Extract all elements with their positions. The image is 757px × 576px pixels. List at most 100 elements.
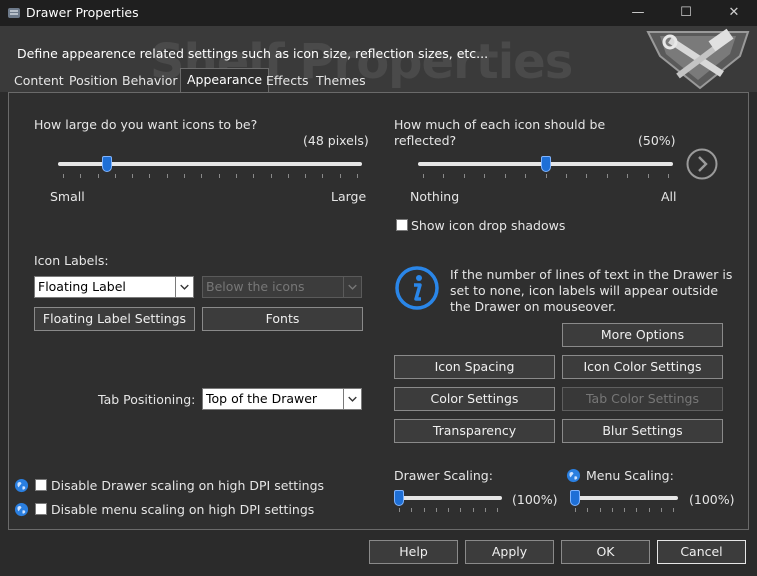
chevron-right-icon[interactable]	[685, 147, 719, 181]
slider-tick	[575, 508, 576, 512]
slider-tick	[586, 174, 587, 178]
show-shadows-checkbox[interactable]	[396, 219, 408, 231]
slider-tick	[525, 174, 526, 178]
slider-tick	[648, 174, 649, 178]
slider-tick	[80, 174, 81, 178]
tab-position[interactable]: Position	[63, 70, 124, 92]
slider-tick	[485, 508, 486, 512]
more-options-button[interactable]: More Options	[562, 323, 723, 347]
slider-tick	[636, 508, 637, 512]
reflection-slider-thumb[interactable]	[541, 156, 551, 172]
icon-color-settings-button[interactable]: Icon Color Settings	[562, 355, 723, 379]
drawer-scaling-slider[interactable]	[394, 490, 502, 514]
slider-tick	[464, 174, 465, 178]
slider-tick	[497, 508, 498, 512]
slider-tick	[305, 174, 306, 178]
icon-size-slider-thumb[interactable]	[102, 156, 112, 172]
chevron-down-icon	[343, 277, 357, 297]
tab-color-settings-button[interactable]: Tab Color Settings	[562, 387, 723, 411]
globe-icon	[566, 468, 581, 483]
reflection-min-label: Nothing	[410, 189, 460, 204]
tab-content[interactable]: Content	[8, 70, 70, 92]
maximize-icon[interactable]: ☐	[663, 0, 709, 26]
slider-tick	[411, 508, 412, 512]
minimize-icon[interactable]: —	[615, 0, 661, 26]
slider-tick	[399, 508, 400, 512]
slider-tick	[167, 174, 168, 178]
transparency-button[interactable]: Transparency	[394, 419, 555, 443]
slider-tick	[340, 174, 341, 178]
slider-tick	[219, 174, 220, 178]
reflection-slider[interactable]	[418, 156, 673, 180]
slider-tick	[661, 508, 662, 512]
slider-tick	[423, 174, 424, 178]
header-description: Define appearence related settings such …	[17, 46, 489, 61]
show-shadows-label: Show icon drop shadows	[411, 218, 566, 233]
menu-scaling-value: (100%)	[689, 492, 735, 507]
globe-icon	[14, 478, 29, 493]
slider-tick	[649, 508, 650, 512]
slider-tick	[424, 508, 425, 512]
disable-menu-dpi-checkbox[interactable]	[35, 503, 47, 515]
window-title: Drawer Properties	[26, 5, 139, 20]
slider-tick	[184, 174, 185, 178]
tab-positioning-select[interactable]: Top of the Drawer	[202, 388, 362, 410]
slider-tick	[236, 174, 237, 178]
globe-icon	[14, 502, 29, 517]
tab-effects[interactable]: Effects	[260, 70, 315, 92]
apply-button[interactable]: Apply	[465, 540, 554, 564]
slider-tick	[448, 508, 449, 512]
help-button[interactable]: Help	[369, 540, 458, 564]
tab-appearance[interactable]: Appearance	[180, 68, 270, 92]
label-position-value: Below the icons	[206, 279, 305, 294]
blur-settings-button[interactable]: Blur Settings	[562, 419, 723, 443]
slider-tick	[546, 174, 547, 178]
slider-tick	[322, 174, 323, 178]
disable-drawer-dpi-checkbox[interactable]	[35, 479, 47, 491]
floating-label-settings-button[interactable]: Floating Label Settings	[34, 307, 195, 331]
tab-positioning-label: Tab Positioning:	[98, 392, 196, 407]
label-position-select[interactable]: Below the icons	[202, 276, 362, 298]
color-settings-button[interactable]: Color Settings	[394, 387, 555, 411]
slider-tick	[600, 508, 601, 512]
slider-tick	[627, 174, 628, 178]
chevron-down-icon	[175, 277, 189, 297]
slider-tick	[357, 174, 358, 178]
slider-tick	[484, 174, 485, 178]
menu-scaling-slider-thumb[interactable]	[570, 490, 580, 506]
tools-logo-icon	[646, 28, 750, 90]
reflection-value: (50%)	[638, 133, 676, 148]
icon-spacing-button[interactable]: Icon Spacing	[394, 355, 555, 379]
slider-tick	[253, 174, 254, 178]
slider-tick	[607, 174, 608, 178]
label-style-select[interactable]: Floating Label	[34, 276, 194, 298]
info-text: If the number of lines of text in the Dr…	[450, 267, 733, 314]
tab-behavior[interactable]: Behavior	[116, 70, 184, 92]
ok-button[interactable]: OK	[561, 540, 650, 564]
slider-tick	[673, 508, 674, 512]
slider-tick	[624, 508, 625, 512]
close-icon[interactable]: ✕	[711, 0, 757, 26]
slider-tick	[473, 508, 474, 512]
slider-tick	[436, 508, 437, 512]
slider-tick	[443, 174, 444, 178]
tab-themes[interactable]: Themes	[310, 70, 372, 92]
icon-size-min-label: Small	[50, 189, 85, 204]
app-icon	[8, 8, 20, 18]
disable-menu-dpi-label: Disable menu scaling on high DPI setting…	[51, 502, 315, 517]
disable-drawer-dpi-label: Disable Drawer scaling on high DPI setti…	[51, 478, 325, 493]
icon-size-slider[interactable]	[58, 156, 362, 180]
fonts-button[interactable]: Fonts	[202, 307, 363, 331]
drawer-scaling-slider-thumb[interactable]	[394, 490, 404, 506]
cancel-button[interactable]: Cancel	[657, 540, 746, 564]
reflection-question-line2: reflected?	[394, 133, 457, 148]
info-icon	[395, 266, 439, 310]
label-style-value: Floating Label	[38, 279, 126, 294]
menu-scaling-slider[interactable]	[570, 490, 678, 514]
slider-tick	[271, 174, 272, 178]
drawer-scaling-value: (100%)	[512, 492, 558, 507]
reflection-max-label: All	[661, 189, 677, 204]
slider-tick	[587, 508, 588, 512]
icon-labels-heading: Icon Labels:	[34, 253, 109, 268]
drawer-scaling-label: Drawer Scaling:	[394, 468, 493, 483]
